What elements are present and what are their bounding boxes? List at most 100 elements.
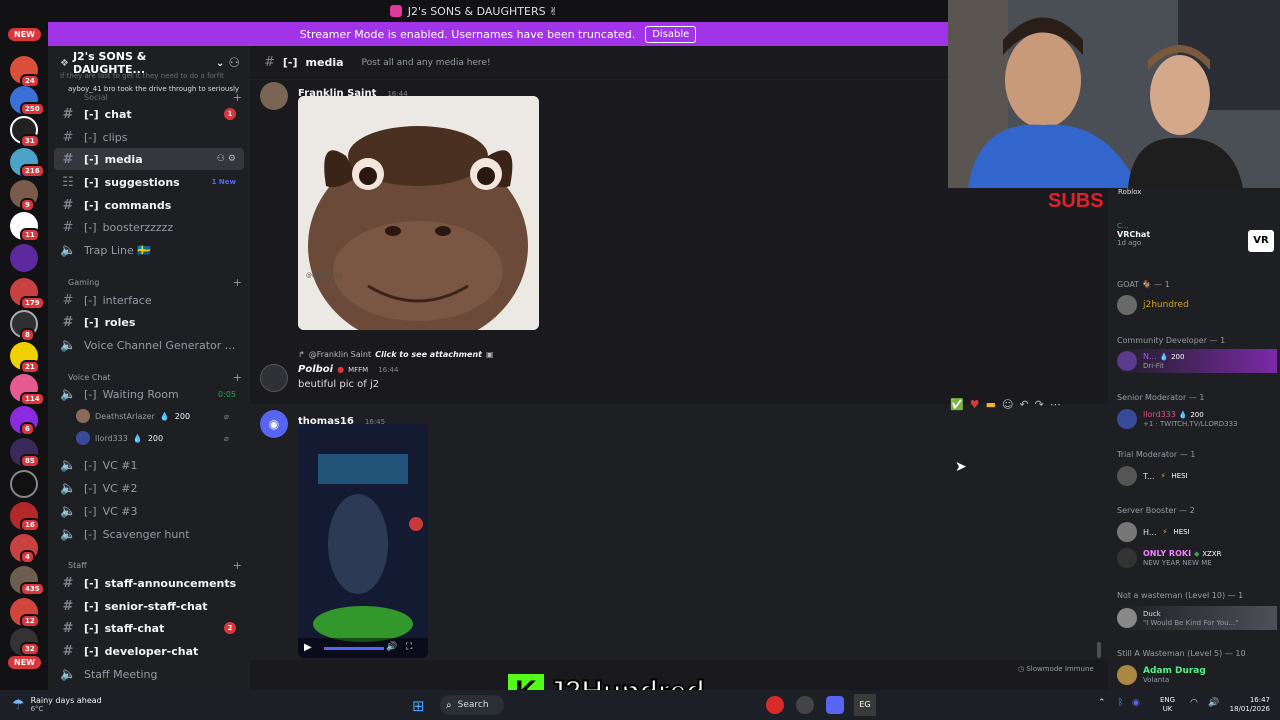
hash-icon: # [62, 151, 74, 167]
hash-icon: # [62, 620, 74, 636]
scrollbar-thumb[interactable] [1097, 642, 1101, 658]
member-row[interactable]: Duck "I Would Be Kind For You..." [1117, 606, 1277, 630]
server-icon-7[interactable] [10, 244, 38, 272]
message-text: beutiful pic of j2 [298, 379, 380, 390]
channel-vc2[interactable]: 🔈 [-] VC #2 [54, 477, 244, 499]
image-attachment[interactable]: @nature_gq [298, 96, 539, 330]
server-icon-14[interactable] [10, 470, 38, 498]
channel-voice-generator[interactable]: 🔈 Voice Channel Generator ... [54, 334, 244, 356]
discord-tray-icon[interactable]: ◉ [1132, 698, 1140, 708]
channel-staff-announcements[interactable]: # [-] staff-announcements [54, 572, 244, 594]
channel-vc3[interactable]: 🔈 [-] VC #3 [54, 500, 244, 522]
channel-settings-icon[interactable]: ⚇ ⚙ [217, 154, 236, 164]
server-badge: 9 [20, 198, 35, 212]
member-row[interactable]: N... 💧 200 Dri-Fit [1117, 349, 1277, 373]
member-list: Roblox C... VRChat 1d ago VR GOAT 🐐 — 1 … [1108, 188, 1280, 690]
add-reaction-icon[interactable]: ☺ [1002, 398, 1013, 411]
volume-icon[interactable]: 🔊 [386, 642, 397, 652]
channel-clips[interactable]: # [-] clips [54, 126, 244, 148]
channel-suggestions[interactable]: ☷ [-] suggestions 1 New [54, 171, 244, 193]
reply-reference[interactable]: ↱ @Franklin Saint Click to see attachmen… [298, 350, 494, 359]
new-unreads-pill-top[interactable]: NEW [8, 28, 41, 41]
member-row[interactable]: ONLY ROKI ◆ XZXR NEW YEAR NEW ME [1117, 546, 1277, 570]
channel-scavenger[interactable]: 🔈 [-] Scavenger hunt [54, 523, 244, 545]
chevron-down-icon: ⌄ [215, 57, 225, 69]
member-row[interactable]: T... ⚡ HESI [1117, 464, 1277, 488]
bluetooth-icon[interactable]: ᛒ [1118, 698, 1123, 708]
channel-boosters[interactable]: # [-] boosterzzzzz [54, 216, 244, 238]
channel-commands[interactable]: # [-] commands [54, 194, 244, 216]
clock[interactable]: 16:47 18/01/2026 [1226, 696, 1270, 714]
server-badge: 179 [20, 296, 45, 310]
channel-staff-meeting[interactable]: 🔈 Staff Meeting [54, 663, 244, 685]
epic-games-icon[interactable]: EG [854, 694, 876, 716]
forward-icon[interactable]: ↷ [1035, 398, 1044, 411]
mention-badge: 1 [224, 108, 236, 120]
avatar[interactable] [260, 364, 288, 392]
fullscreen-icon[interactable]: ⛶ [406, 642, 412, 652]
category-gaming[interactable]: Gaming + [56, 276, 242, 289]
channel-trap-line[interactable]: 🔈 Trap Line 🇸🇪 [54, 239, 244, 261]
channel-vc1[interactable]: 🔈 [-] VC #1 [54, 454, 244, 476]
channel-interface[interactable]: # [-] interface [54, 289, 244, 311]
member-row[interactable]: Adam Durag Volanta [1117, 663, 1277, 687]
app-icon[interactable] [796, 696, 814, 714]
reply-icon[interactable]: ↶ [1019, 398, 1028, 411]
webcam-overlay [948, 0, 1280, 188]
role-header: Community Developer — 1 [1117, 336, 1226, 345]
video-attachment[interactable]: ▶ 🔊 ⛶ [298, 424, 428, 658]
avatar[interactable] [260, 82, 288, 110]
add-user-icon[interactable]: ⚇ [228, 56, 240, 71]
message-actions: ✅ ♥ ▬ ☺ ↶ ↷ ⋯ [950, 398, 1061, 411]
disable-streamer-button[interactable]: Disable [645, 25, 697, 43]
avatar [76, 409, 90, 423]
reply-icon: ↱ [298, 350, 305, 359]
channel-sidebar: ❖ J2's SONS & DAUGHTE... ⌄ ⚇ if they are… [48, 46, 250, 690]
channel-header: # [-] media Post all and any media here! [250, 46, 948, 80]
speaker-icon: 🔈 [60, 242, 77, 258]
tray-chevron-icon[interactable]: ⌃ [1098, 698, 1106, 708]
discord-default-avatar[interactable]: ◉ [260, 410, 288, 438]
channel-waiting-room[interactable]: 🔈 [-] Waiting Room 0:05 [54, 383, 244, 405]
channel-media[interactable]: # [-] media ⚇ ⚙ [54, 148, 244, 170]
server-badge: 4 [20, 550, 35, 564]
channel-developer[interactable]: # [-] developer-chat [54, 640, 244, 662]
role-header: Not a wasteman (Level 10) — 1 [1117, 591, 1244, 600]
discord-taskbar-icon[interactable] [826, 696, 844, 714]
member-row[interactable]: llord333 💧 200 +1 · TWITCH.TV/LLORD333 [1117, 407, 1277, 431]
speaker-icon: 🔈 [60, 503, 77, 519]
checkmark-reaction-icon[interactable]: ✅ [950, 398, 964, 411]
member-row[interactable]: H... ⚡ HESI [1117, 520, 1277, 544]
member-row[interactable]: j2hundred [1117, 293, 1277, 317]
speaker-icon: 🔈 [60, 457, 77, 473]
role-header: Still A Wasteman (Level 5) — 10 [1117, 649, 1246, 658]
new-unreads-pill-bottom[interactable]: NEW [8, 656, 41, 669]
add-channel-icon[interactable]: + [233, 559, 242, 572]
rainbow-reaction-icon[interactable]: ▬ [986, 398, 996, 411]
category-staff[interactable]: Staff + [56, 559, 242, 572]
weather-widget[interactable]: ☂ Rainy days ahead 6°C [12, 696, 102, 713]
avatar [1117, 548, 1137, 568]
server-badge: 16 [20, 518, 40, 532]
opera-gx-icon[interactable] [766, 696, 784, 714]
volume-icon[interactable]: 🔊 [1208, 698, 1219, 708]
play-icon[interactable]: ▶ [304, 642, 312, 653]
image-watermark: @nature_gq [306, 272, 343, 279]
voice-user[interactable]: DeathstArlazer 💧 200 ⌀ [76, 407, 229, 425]
voice-user[interactable]: llord333 💧 200 ⌀ [76, 429, 229, 447]
taskbar-search[interactable]: ⌕ Search [440, 695, 504, 715]
wifi-icon[interactable]: ◠ [1190, 698, 1198, 708]
channel-chat[interactable]: # [-] chat 1 [54, 103, 244, 125]
windows-start-icon[interactable]: ⊞ [412, 697, 425, 715]
channel-senior-staff[interactable]: # [-] senior-staff-chat [54, 595, 244, 617]
heart-reaction-icon[interactable]: ♥ [970, 398, 980, 411]
roblox-label: Roblox [1118, 188, 1142, 196]
more-options-icon[interactable]: ⋯ [1050, 398, 1061, 411]
message-author[interactable]: Polboi [298, 364, 333, 375]
channel-staff-chat[interactable]: # [-] staff-chat 2 [54, 617, 244, 639]
slowmode-indicator: ◷ Slowmode Immune [1018, 665, 1094, 673]
server-badge: 114 [20, 392, 45, 406]
add-channel-icon[interactable]: + [233, 276, 242, 289]
channel-roles[interactable]: # [-] roles [54, 311, 244, 333]
language-indicator[interactable]: ENG UK [1160, 696, 1175, 714]
